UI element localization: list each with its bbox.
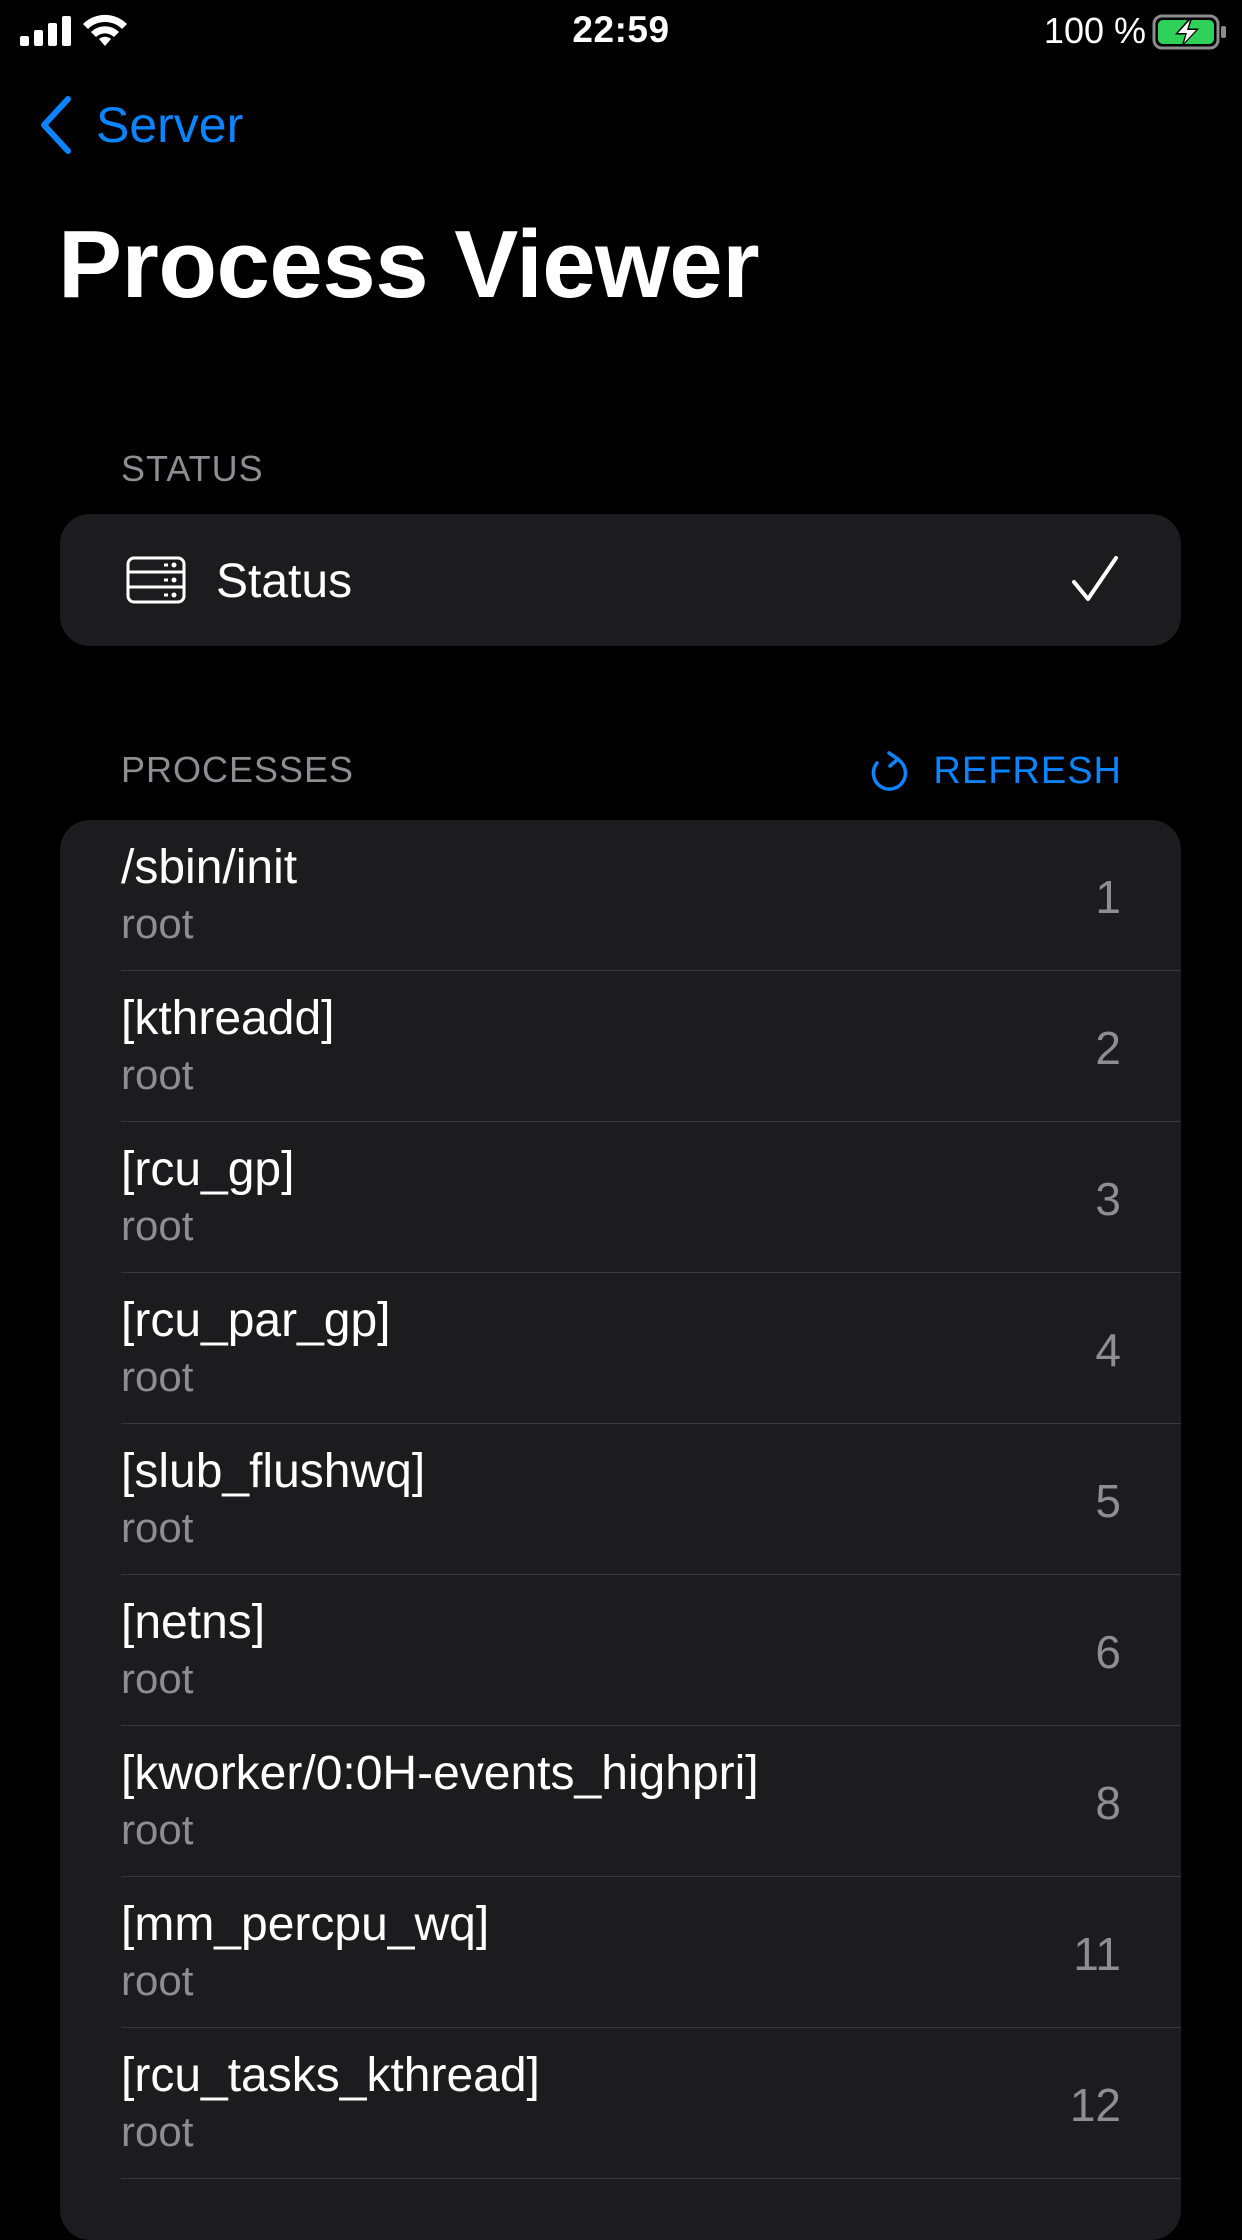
- process-name: [kworker/0:0H-events_highpri]: [121, 1747, 759, 1800]
- process-name: [mm_percpu_wq]: [121, 1898, 490, 1951]
- process-user: root: [121, 1806, 194, 1853]
- process-pid: 11: [1073, 1928, 1121, 1980]
- process-pid: 8: [1095, 1777, 1121, 1829]
- process-row[interactable]: [netns] root 6: [60, 1575, 1181, 1726]
- back-button-label: Server: [96, 97, 244, 153]
- process-row[interactable]: /sbin/init root 1: [60, 820, 1181, 971]
- process-pid: 3: [1095, 1173, 1121, 1225]
- process-pid: 2: [1095, 1022, 1121, 1074]
- process-name: [kthreadd]: [121, 992, 335, 1045]
- process-row[interactable]: [kworker/0:0H-events_highpri] root 8: [60, 1726, 1181, 1877]
- process-name: [rcu_par_gp]: [121, 1294, 391, 1347]
- process-row[interactable]: [slub_flushwq] root 5: [60, 1424, 1181, 1575]
- process-user: root: [121, 1655, 194, 1702]
- process-name: [netns]: [121, 1596, 266, 1649]
- refresh-button-label: REFRESH: [933, 750, 1122, 792]
- refresh-button[interactable]: REFRESH: [869, 750, 1122, 793]
- status-bar: 22:59 100 %: [0, 0, 1242, 62]
- process-row[interactable]: [kthreadd] root 2: [60, 971, 1181, 1122]
- page-title: Process Viewer: [58, 211, 760, 318]
- process-pid: 4: [1095, 1324, 1121, 1376]
- battery-charging-icon: [1152, 14, 1226, 50]
- process-user: root: [121, 2108, 194, 2155]
- process-row[interactable]: [rcu_gp] root 3: [60, 1122, 1181, 1273]
- process-name: [slub_flushwq]: [121, 1445, 426, 1498]
- process-user: root: [121, 1202, 194, 1249]
- process-user: root: [121, 1051, 194, 1098]
- status-row-label: Status: [216, 555, 353, 608]
- process-user: root: [121, 1353, 194, 1400]
- process-user: root: [121, 900, 194, 947]
- status-section-header: STATUS: [121, 448, 264, 489]
- chevron-left-icon: [41, 96, 71, 154]
- process-user: root: [121, 1957, 194, 2004]
- process-list: /sbin/init root 1 [kthreadd] root 2 [rcu…: [60, 820, 1181, 2240]
- status-row[interactable]: Status: [60, 514, 1181, 646]
- process-name: /sbin/init: [121, 841, 298, 894]
- process-pid: 6: [1095, 1626, 1121, 1678]
- server-icon: [126, 556, 186, 604]
- process-pid: 12: [1069, 2079, 1121, 2131]
- process-pid: 1: [1095, 871, 1121, 923]
- process-row[interactable]: [rcu_tasks_kthread] root 12: [60, 2028, 1181, 2179]
- processes-section-header: PROCESSES: [121, 749, 355, 790]
- process-name: [rcu_tasks_kthread]: [121, 2049, 540, 2102]
- process-name: [rcu_gp]: [121, 1143, 295, 1196]
- process-row[interactable]: [mm_percpu_wq] root 11: [60, 1877, 1181, 2028]
- checkmark-icon: [1072, 556, 1118, 601]
- process-row[interactable]: [rcu_par_gp] root 4: [60, 1273, 1181, 1424]
- process-pid: 5: [1095, 1475, 1121, 1527]
- battery-percent: 100 %: [1043, 10, 1146, 51]
- process-user: root: [121, 1504, 194, 1551]
- refresh-icon: [872, 750, 908, 791]
- back-button[interactable]: Server: [38, 95, 243, 155]
